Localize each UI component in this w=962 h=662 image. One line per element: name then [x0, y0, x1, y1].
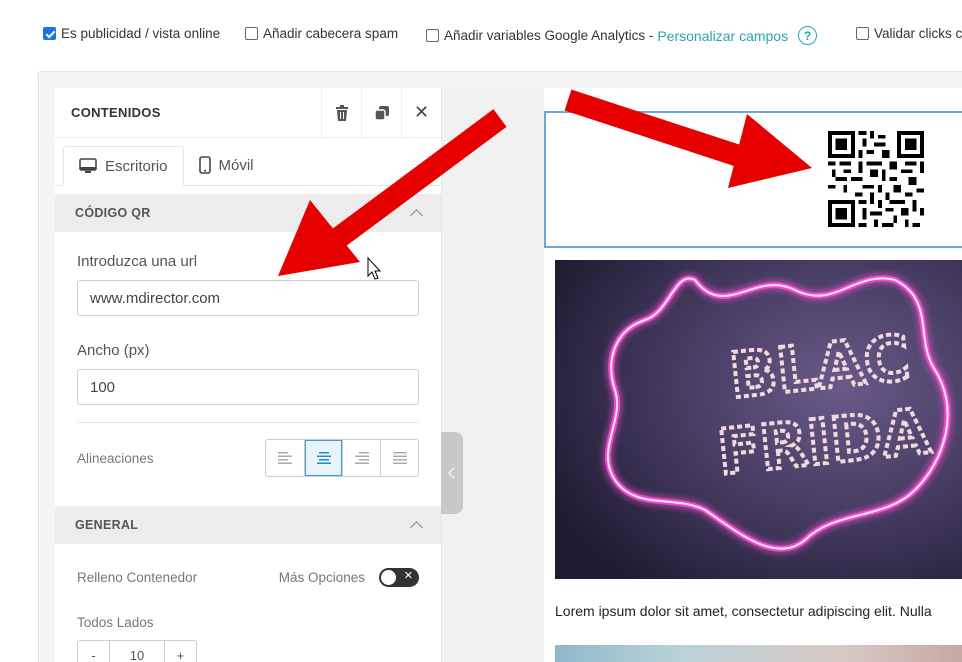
chevron-up-icon [410, 209, 423, 222]
align-justify-icon [392, 452, 407, 464]
url-input[interactable]: www.mdirector.com [77, 280, 419, 316]
duplicate-icon [373, 105, 389, 121]
qr-section-header[interactable]: CÓDIGO QR [55, 194, 441, 232]
panel-header: CONTENIDOS ✕ [55, 87, 441, 138]
desktop-icon [79, 158, 97, 173]
secondary-image[interactable] [555, 645, 962, 662]
qr-code-image [828, 131, 924, 227]
padding-label: Relleno Contenedor [77, 570, 198, 585]
all-sides-label: Todos Lados [77, 615, 154, 630]
body-paragraph[interactable]: Lorem ipsum dolor sit amet, consectetur … [555, 603, 932, 619]
close-panel-button[interactable]: ✕ [401, 87, 441, 138]
spam-header-option[interactable]: Añadir cabecera spam [245, 26, 398, 41]
align-right-icon [354, 452, 369, 464]
alignment-row: Alineaciones [77, 439, 419, 477]
general-section-title: GENERAL [75, 518, 139, 532]
padding-stepper: - 10 + [77, 640, 197, 662]
options-bar: Es publicidad / vista online Añadir cabe… [0, 0, 962, 70]
alignment-label: Alineaciones [77, 450, 154, 466]
align-center-button[interactable] [304, 440, 342, 476]
tab-mobile-label: Móvil [218, 156, 254, 174]
analytics-option[interactable]: Añadir variables Google Analytics - Pers… [426, 26, 818, 45]
delete-button[interactable] [321, 87, 361, 138]
chevron-left-icon [448, 467, 460, 479]
advertising-label: Es publicidad / vista online [61, 26, 221, 41]
more-options-label: Más Opciones [278, 570, 365, 585]
panel-title: CONTENIDOS [71, 105, 161, 120]
analytics-label: Añadir variables Google Analytics - [444, 28, 654, 43]
duplicate-button[interactable] [361, 87, 401, 138]
align-right-button[interactable] [342, 440, 380, 476]
black-friday-banner[interactable]: BLAC FRIDA [555, 260, 962, 579]
spam-header-checkbox[interactable] [245, 27, 258, 40]
qr-section-title: CÓDIGO QR [75, 206, 151, 220]
stepper-increment[interactable]: + [164, 641, 196, 662]
stepper-value[interactable]: 10 [110, 641, 164, 662]
qr-code-block[interactable] [544, 111, 962, 248]
align-left-icon [278, 452, 292, 464]
validate-clicks-label: Validar clicks c [874, 26, 962, 41]
close-icon: ✕ [413, 102, 430, 122]
collapse-panel-handle[interactable] [441, 432, 463, 514]
customize-fields-link[interactable]: Personalizar campos [657, 28, 788, 44]
content-panel: CONTENIDOS ✕ Escritorio Móvil CÓDIGO QR … [55, 87, 442, 662]
spam-header-label: Añadir cabecera spam [263, 26, 399, 41]
tab-desktop-label: Escritorio [105, 157, 168, 175]
align-left-button[interactable] [266, 440, 304, 476]
width-input[interactable]: 100 [77, 369, 419, 405]
stepper-decrement[interactable]: - [78, 641, 110, 662]
validate-clicks-option[interactable]: Validar clicks c [856, 26, 962, 41]
analytics-checkbox[interactable] [426, 29, 439, 42]
url-label: Introduzca una url [77, 253, 198, 270]
advertising-checkbox[interactable] [43, 27, 56, 40]
device-tabs: Escritorio Móvil [55, 138, 441, 186]
more-options-toggle[interactable] [379, 568, 419, 587]
tab-desktop[interactable]: Escritorio [63, 146, 184, 186]
black-friday-image: BLAC FRIDA [555, 260, 962, 579]
tab-mobile[interactable]: Móvil [184, 145, 269, 185]
align-justify-button[interactable] [380, 440, 418, 476]
align-center-icon [316, 452, 331, 464]
width-label: Ancho (px) [77, 342, 150, 359]
alignment-buttons [265, 439, 419, 477]
general-section-header[interactable]: GENERAL [55, 506, 441, 544]
padding-row: Relleno Contenedor Más Opciones [77, 568, 419, 587]
mobile-icon [198, 156, 211, 174]
trash-icon [335, 104, 348, 121]
chevron-up-icon [410, 521, 423, 534]
help-icon[interactable]: ? [798, 26, 818, 45]
advertising-option[interactable]: Es publicidad / vista online [43, 26, 220, 41]
validate-clicks-checkbox[interactable] [856, 27, 869, 40]
